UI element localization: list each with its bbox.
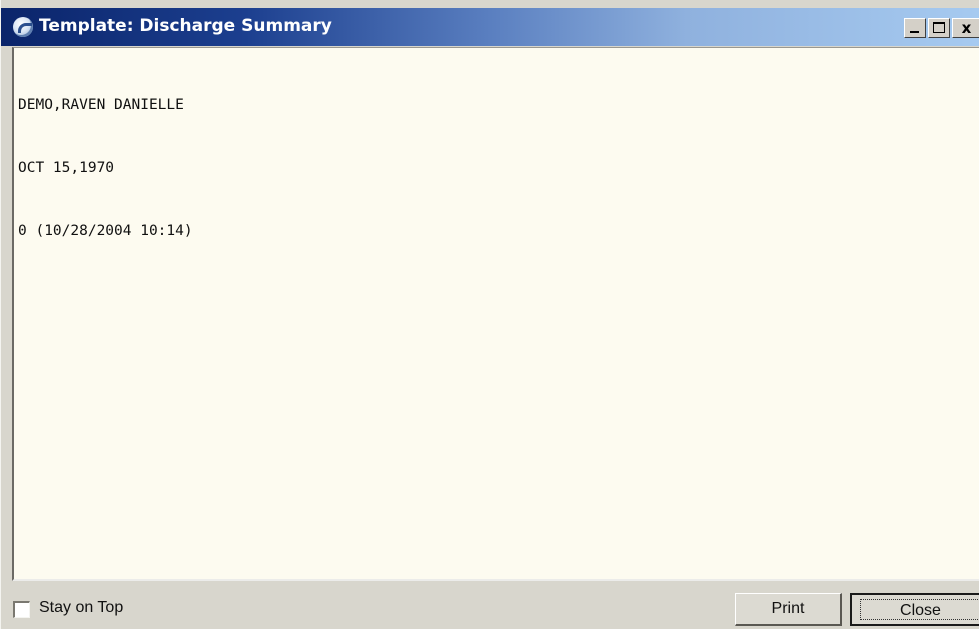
report-text-area[interactable]: DEMO,RAVEN DANIELLE OCT 15,1970 0 (10/28… bbox=[12, 47, 979, 581]
maximize-button[interactable] bbox=[928, 18, 950, 38]
stay-on-top-checkbox[interactable] bbox=[13, 601, 30, 618]
maximize-icon bbox=[933, 22, 945, 33]
patient-dob-line: OCT 15,1970 bbox=[18, 160, 115, 176]
window-title: Template: Discharge Summary bbox=[39, 16, 332, 36]
footer-bar: Stay on Top Print Close bbox=[1, 583, 979, 629]
visit-date-line: 0 (10/28/2004 10:14) bbox=[18, 223, 193, 239]
title-bar[interactable]: Template: Discharge Summary x bbox=[1, 8, 979, 46]
close-button[interactable]: Close bbox=[850, 593, 979, 626]
minimize-icon bbox=[910, 31, 919, 33]
app-logo-icon bbox=[13, 17, 33, 37]
close-button-label: Close bbox=[860, 599, 979, 620]
patient-name-line: DEMO,RAVEN DANIELLE bbox=[18, 97, 184, 113]
minimize-button[interactable] bbox=[904, 18, 926, 38]
print-button[interactable]: Print bbox=[735, 593, 842, 626]
discharge-summary-window: Template: Discharge Summary x DEMO,RAVEN… bbox=[0, 0, 979, 629]
report-text: DEMO,RAVEN DANIELLE OCT 15,1970 0 (10/28… bbox=[18, 53, 193, 284]
close-icon: x bbox=[961, 19, 972, 37]
close-window-button[interactable]: x bbox=[952, 18, 979, 38]
stay-on-top-label[interactable]: Stay on Top bbox=[39, 599, 123, 617]
